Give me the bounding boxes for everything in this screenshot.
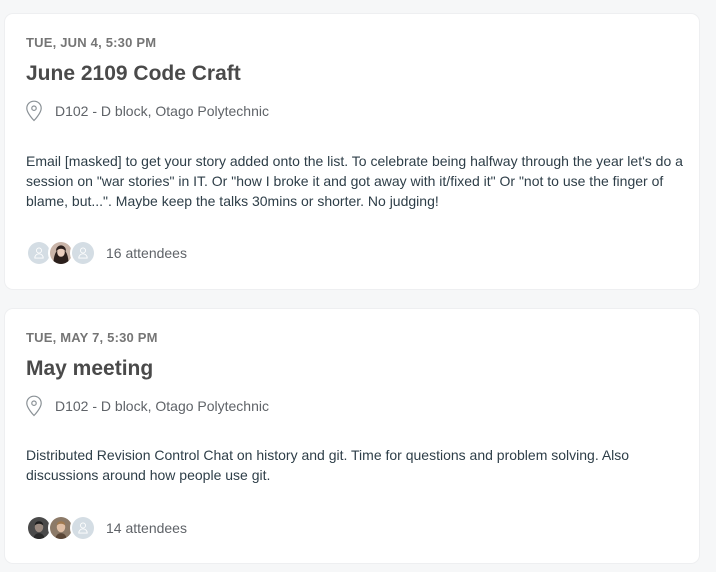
event-title[interactable]: June 2109 Code Craft <box>26 62 241 86</box>
event-card[interactable]: TUE, MAY 7, 5:30 PM May meeting D102 - D… <box>5 309 699 563</box>
attendees-row[interactable]: 14 attendees <box>26 515 187 541</box>
event-card[interactable]: TUE, JUN 4, 5:30 PM June 2109 Code Craft… <box>5 14 699 289</box>
venue-label: D102 - D block, Otago Polytechnic <box>55 398 269 414</box>
event-venue: D102 - D block, Otago Polytechnic <box>25 395 269 417</box>
event-description: Distributed Revision Control Chat on his… <box>26 447 630 483</box>
event-venue: D102 - D block, Otago Polytechnic <box>25 100 269 122</box>
placeholder-avatar-icon <box>70 515 96 541</box>
event-description: Email [masked] to get your story added o… <box>26 153 683 209</box>
location-pin-icon <box>26 395 42 417</box>
attendee-count: 16 attendees <box>106 245 187 261</box>
attendee-count: 14 attendees <box>106 520 187 536</box>
location-pin-icon <box>26 100 42 122</box>
event-title[interactable]: May meeting <box>26 357 153 381</box>
attendees-row[interactable]: 16 attendees <box>26 240 187 266</box>
venue-label: D102 - D block, Otago Polytechnic <box>55 103 269 119</box>
attendee-avatars <box>26 515 96 541</box>
event-date: TUE, JUN 4, 5:30 PM <box>26 35 157 50</box>
attendee-avatars <box>26 240 96 266</box>
event-date: TUE, MAY 7, 5:30 PM <box>26 330 158 345</box>
placeholder-avatar-icon <box>70 240 96 266</box>
